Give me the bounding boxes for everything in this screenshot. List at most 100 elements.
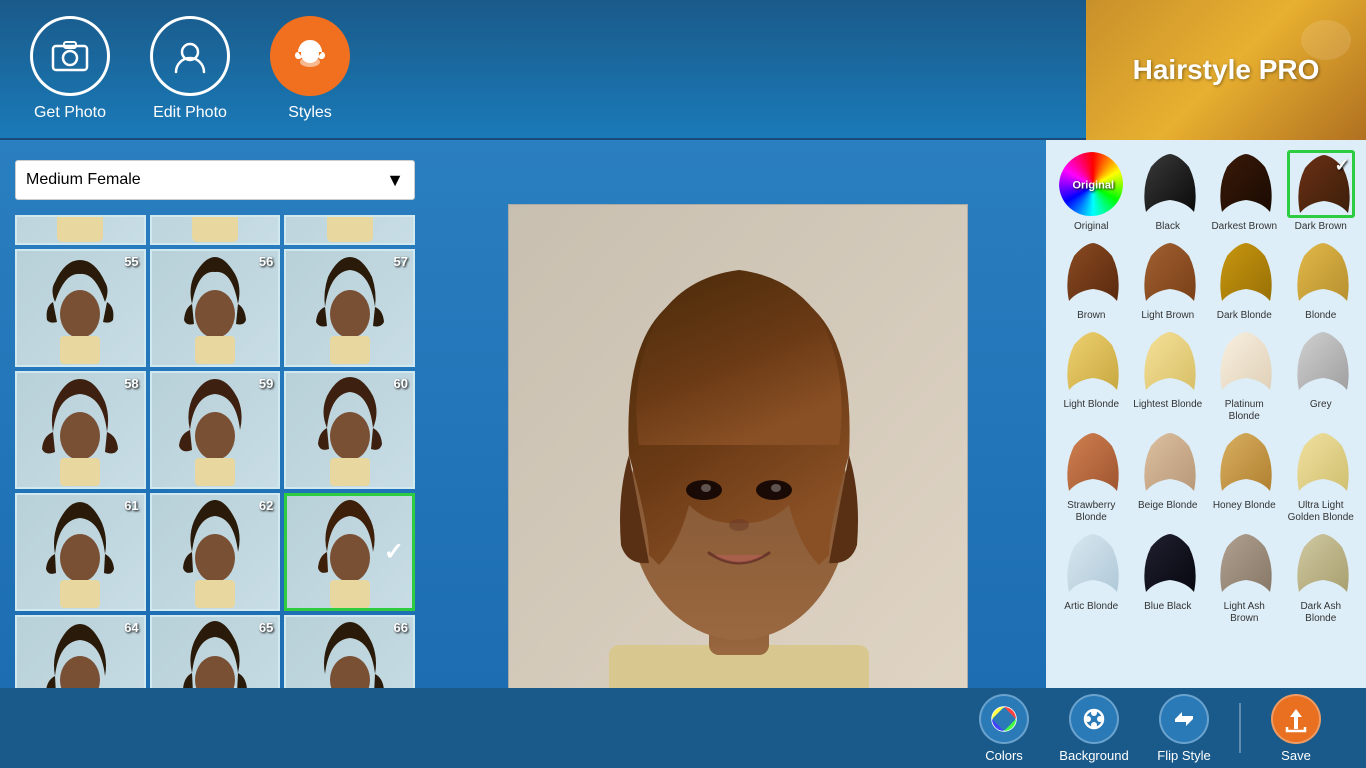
color-item-dark-ash-blonde[interactable]: Dark Ash Blonde bbox=[1286, 530, 1357, 625]
style-number-66: 66 bbox=[394, 620, 408, 635]
color-label-platinum-blonde: Platinum Blonde bbox=[1209, 399, 1280, 423]
style-grid: 55 56 57 58 bbox=[15, 215, 415, 733]
color-item-lightest-blonde[interactable]: Lightest Blonde bbox=[1133, 328, 1204, 423]
color-label-darkest-brown: Darkest Brown bbox=[1211, 221, 1277, 233]
style-number-55: 55 bbox=[124, 254, 138, 269]
svg-text:✓: ✓ bbox=[1334, 155, 1349, 175]
style-item-56[interactable]: 56 bbox=[150, 249, 281, 367]
toolbar-colors[interactable]: Colors bbox=[964, 694, 1044, 763]
style-number-60: 60 bbox=[394, 376, 408, 391]
style-number-59: 59 bbox=[259, 376, 273, 391]
color-grid: Original Original Black bbox=[1056, 150, 1356, 625]
style-item-57[interactable]: 57 bbox=[284, 249, 415, 367]
style-number-61: 61 bbox=[124, 498, 138, 513]
color-label-brown: Brown bbox=[1077, 310, 1105, 322]
colors-icon bbox=[979, 694, 1029, 744]
color-label-lightest-blonde: Lightest Blonde bbox=[1133, 399, 1202, 411]
style-number-58: 58 bbox=[124, 376, 138, 391]
color-item-dark-brown[interactable]: ✓ Dark Brown bbox=[1286, 150, 1357, 233]
color-label-light-ash-brown: Light Ash Brown bbox=[1209, 601, 1280, 625]
color-label-light-blonde: Light Blonde bbox=[1063, 399, 1119, 411]
background-label: Background bbox=[1059, 748, 1128, 763]
color-label-light-brown: Light Brown bbox=[1141, 310, 1194, 322]
color-label-honey-blonde: Honey Blonde bbox=[1213, 500, 1276, 512]
app-header: Get Photo Edit Photo Styles Hairstyle PR… bbox=[0, 0, 1366, 140]
color-item-artic-blonde[interactable]: Artic Blonde bbox=[1056, 530, 1127, 625]
toolbar-flip-style[interactable]: Flip Style bbox=[1144, 694, 1224, 763]
style-number-57: 57 bbox=[394, 254, 408, 269]
style-item-62[interactable]: 62 bbox=[150, 493, 281, 611]
styles-panel: Medium Female ▼ bbox=[0, 140, 430, 768]
style-item-partial-2[interactable] bbox=[150, 215, 281, 245]
styles-label: Styles bbox=[288, 104, 332, 122]
color-label-dark-brown: Dark Brown bbox=[1295, 221, 1347, 233]
color-label-strawberry-blonde: Strawberry Blonde bbox=[1056, 500, 1127, 524]
color-item-light-ash-brown[interactable]: Light Ash Brown bbox=[1209, 530, 1280, 625]
style-item-61[interactable]: 61 bbox=[15, 493, 146, 611]
color-item-original[interactable]: Original Original bbox=[1056, 150, 1127, 233]
color-label-blue-black: Blue Black bbox=[1144, 601, 1191, 613]
color-label-beige-blonde: Beige Blonde bbox=[1138, 500, 1198, 512]
color-item-platinum-blonde[interactable]: Platinum Blonde bbox=[1209, 328, 1280, 423]
styles-icon bbox=[270, 16, 350, 96]
edit-photo-label: Edit Photo bbox=[153, 104, 227, 122]
selected-style-check: ✓ bbox=[384, 538, 404, 567]
color-label-grey: Grey bbox=[1310, 399, 1332, 411]
color-item-dark-blonde[interactable]: Dark Blonde bbox=[1209, 239, 1280, 322]
color-item-grey[interactable]: Grey bbox=[1286, 328, 1357, 423]
nav-edit-photo[interactable]: Edit Photo bbox=[150, 16, 230, 122]
color-label-dark-ash-blonde: Dark Ash Blonde bbox=[1286, 601, 1357, 625]
flip-style-label: Flip Style bbox=[1157, 748, 1210, 763]
save-label: Save bbox=[1281, 748, 1311, 763]
flip-style-icon bbox=[1159, 694, 1209, 744]
style-item-63[interactable]: ✓ bbox=[284, 493, 415, 611]
color-item-blonde[interactable]: Blonde bbox=[1286, 239, 1357, 322]
style-number-62: 62 bbox=[259, 498, 273, 513]
style-item-58[interactable]: 58 bbox=[15, 371, 146, 489]
style-item-partial-3[interactable] bbox=[284, 215, 415, 245]
background-icon bbox=[1069, 694, 1119, 744]
color-item-ultra-light-golden-blonde[interactable]: Ultra Light Golden Blonde bbox=[1286, 429, 1357, 524]
save-icon bbox=[1271, 694, 1321, 744]
preview-frame bbox=[508, 204, 968, 704]
preview-area bbox=[430, 140, 1046, 768]
style-item-55[interactable]: 55 bbox=[15, 249, 146, 367]
style-item-partial-1[interactable] bbox=[15, 215, 146, 245]
style-category-dropdown[interactable]: Medium Female ▼ bbox=[15, 160, 415, 200]
dropdown-arrow-icon: ▼ bbox=[386, 170, 404, 191]
color-item-beige-blonde[interactable]: Beige Blonde bbox=[1133, 429, 1204, 524]
color-item-strawberry-blonde[interactable]: Strawberry Blonde bbox=[1056, 429, 1127, 524]
logo-area: Hairstyle PRO bbox=[1086, 0, 1366, 140]
get-photo-label: Get Photo bbox=[34, 104, 106, 122]
style-number-56: 56 bbox=[259, 254, 273, 269]
color-label-original: Original bbox=[1074, 221, 1108, 233]
main-content: Medium Female ▼ bbox=[0, 140, 1366, 768]
colors-label: Colors bbox=[985, 748, 1023, 763]
color-label-artic-blonde: Artic Blonde bbox=[1064, 601, 1118, 613]
color-label-dark-blonde: Dark Blonde bbox=[1217, 310, 1272, 322]
toolbar-save[interactable]: Save bbox=[1256, 694, 1336, 763]
style-number-65: 65 bbox=[259, 620, 273, 635]
color-item-light-brown[interactable]: Light Brown bbox=[1133, 239, 1204, 322]
color-label-black: Black bbox=[1156, 221, 1180, 233]
toolbar-background[interactable]: Background bbox=[1054, 694, 1134, 763]
style-item-60[interactable]: 60 bbox=[284, 371, 415, 489]
color-item-black[interactable]: Black bbox=[1133, 150, 1204, 233]
get-photo-icon bbox=[30, 16, 110, 96]
color-item-light-blonde[interactable]: Light Blonde bbox=[1056, 328, 1127, 423]
dropdown-selected-value: Medium Female bbox=[26, 171, 141, 189]
color-item-blue-black[interactable]: Blue Black bbox=[1133, 530, 1204, 625]
nav-styles[interactable]: Styles bbox=[270, 16, 350, 122]
bottom-toolbar: Colors Background Flip Styl bbox=[0, 688, 1366, 768]
style-item-59[interactable]: 59 bbox=[150, 371, 281, 489]
color-label-blonde: Blonde bbox=[1305, 310, 1336, 322]
color-item-darkest-brown[interactable]: Darkest Brown bbox=[1209, 150, 1280, 233]
nav-get-photo[interactable]: Get Photo bbox=[30, 16, 110, 122]
color-label-ultra-light-golden-blonde: Ultra Light Golden Blonde bbox=[1286, 500, 1357, 524]
color-item-honey-blonde[interactable]: Honey Blonde bbox=[1209, 429, 1280, 524]
edit-photo-icon bbox=[150, 16, 230, 96]
app-title: Hairstyle PRO bbox=[1133, 54, 1320, 86]
color-item-brown[interactable]: Brown bbox=[1056, 239, 1127, 322]
toolbar-divider bbox=[1239, 703, 1241, 753]
style-number-64: 64 bbox=[124, 620, 138, 635]
